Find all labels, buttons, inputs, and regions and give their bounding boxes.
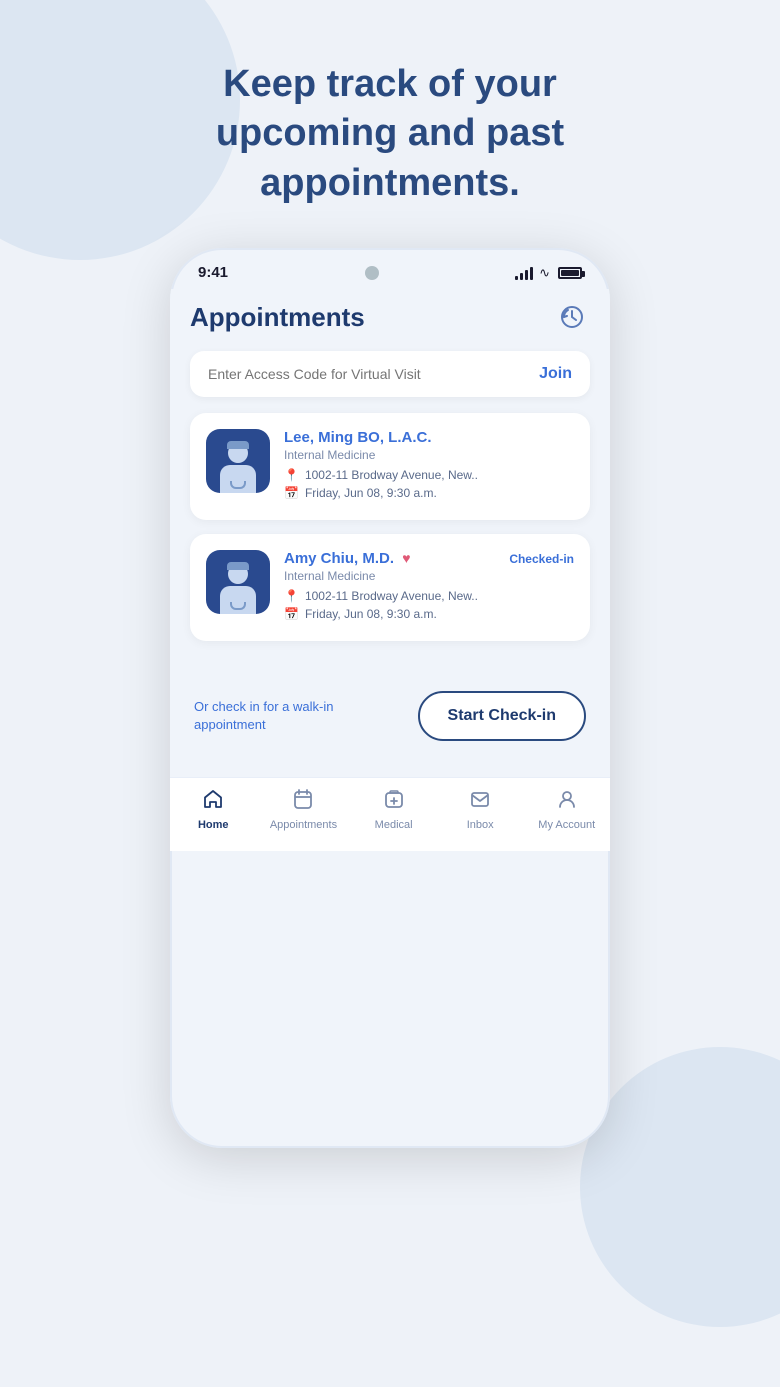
doctor-figure-2: [214, 558, 262, 614]
doctor-figure-1: [214, 437, 262, 493]
status-bar: 9:41 ∿: [170, 248, 610, 289]
join-button[interactable]: Join: [539, 365, 572, 383]
nav-item-account[interactable]: My Account: [537, 788, 597, 831]
nav-label-inbox: Inbox: [467, 819, 494, 831]
appt-info-2: Amy Chiu, M.D. ♥ Checked-in Internal Med…: [284, 550, 574, 625]
bottom-nav: Home Appointments: [170, 777, 610, 851]
appt-datetime-1: 📅 Friday, Jun 08, 9:30 a.m.: [284, 486, 574, 500]
nav-label-appointments: Appointments: [270, 819, 337, 831]
location-icon-2: 📍: [284, 589, 299, 603]
doctor-specialty-1: Internal Medicine: [284, 448, 574, 462]
address-text-2: 1002-11 Brodway Avenue, New..: [305, 589, 478, 603]
nav-item-appointments[interactable]: Appointments: [270, 788, 337, 831]
nav-item-medical[interactable]: Medical: [364, 788, 424, 831]
inbox-icon: [469, 788, 491, 816]
access-code-input[interactable]: [208, 366, 539, 382]
appointment-card-1[interactable]: Lee, Ming BO, L.A.C. Internal Medicine 📍…: [190, 413, 590, 520]
bottom-section: Or check in for a walk-in appointment St…: [190, 671, 590, 757]
doctor-name-2: Amy Chiu, M.D. ♥: [284, 550, 411, 567]
status-icons: ∿: [515, 265, 582, 281]
appointment-card-2[interactable]: Amy Chiu, M.D. ♥ Checked-in Internal Med…: [190, 534, 590, 641]
appt-address-2: 📍 1002-11 Brodway Avenue, New..: [284, 589, 574, 603]
nav-label-account: My Account: [538, 819, 595, 831]
calendar-icon-1: 📅: [284, 486, 299, 500]
doctor-specialty-2: Internal Medicine: [284, 569, 574, 583]
phone-frame: 9:41 ∿ Appointments: [170, 248, 610, 1148]
doctor-name-1: Lee, Ming BO, L.A.C.: [284, 429, 432, 446]
appt-address-1: 📍 1002-11 Brodway Avenue, New..: [284, 468, 574, 482]
history-button[interactable]: [554, 299, 590, 335]
nav-label-home: Home: [198, 819, 229, 831]
page-headline: Keep track of your upcoming and past app…: [130, 60, 650, 208]
doctor-avatar-2: [206, 550, 270, 614]
access-code-bar[interactable]: Join: [190, 351, 590, 397]
history-icon: [559, 304, 585, 330]
appointments-header: Appointments: [190, 289, 590, 351]
appointments-nav-icon: [292, 788, 314, 816]
appt-datetime-2: 📅 Friday, Jun 08, 9:30 a.m.: [284, 607, 574, 621]
appointments-title: Appointments: [190, 302, 365, 333]
walk-in-text: Or check in for a walk-in appointment: [194, 698, 344, 734]
appt-card-header-1: Lee, Ming BO, L.A.C.: [284, 429, 574, 446]
battery-icon: [558, 267, 582, 279]
account-icon: [556, 788, 578, 816]
calendar-icon-2: 📅: [284, 607, 299, 621]
wifi-icon: ∿: [539, 265, 550, 281]
appt-card-header-2: Amy Chiu, M.D. ♥ Checked-in: [284, 550, 574, 567]
checked-in-badge: Checked-in: [509, 552, 574, 566]
phone-screen: Appointments Join: [170, 289, 610, 777]
signal-icon: [515, 266, 533, 280]
nav-label-medical: Medical: [375, 819, 413, 831]
appt-info-1: Lee, Ming BO, L.A.C. Internal Medicine 📍…: [284, 429, 574, 504]
medical-icon: [383, 788, 405, 816]
location-icon-1: 📍: [284, 468, 299, 482]
phone-time: 9:41: [198, 264, 228, 281]
phone-camera: [365, 266, 379, 280]
address-text-1: 1002-11 Brodway Avenue, New..: [305, 468, 478, 482]
doctor-avatar-1: [206, 429, 270, 493]
nav-item-home[interactable]: Home: [183, 788, 243, 831]
nav-item-inbox[interactable]: Inbox: [450, 788, 510, 831]
datetime-text-1: Friday, Jun 08, 9:30 a.m.: [305, 486, 437, 500]
start-checkin-button[interactable]: Start Check-in: [418, 691, 586, 741]
datetime-text-2: Friday, Jun 08, 9:30 a.m.: [305, 607, 437, 621]
home-icon: [202, 788, 224, 816]
heart-icon: ♥: [402, 550, 410, 566]
